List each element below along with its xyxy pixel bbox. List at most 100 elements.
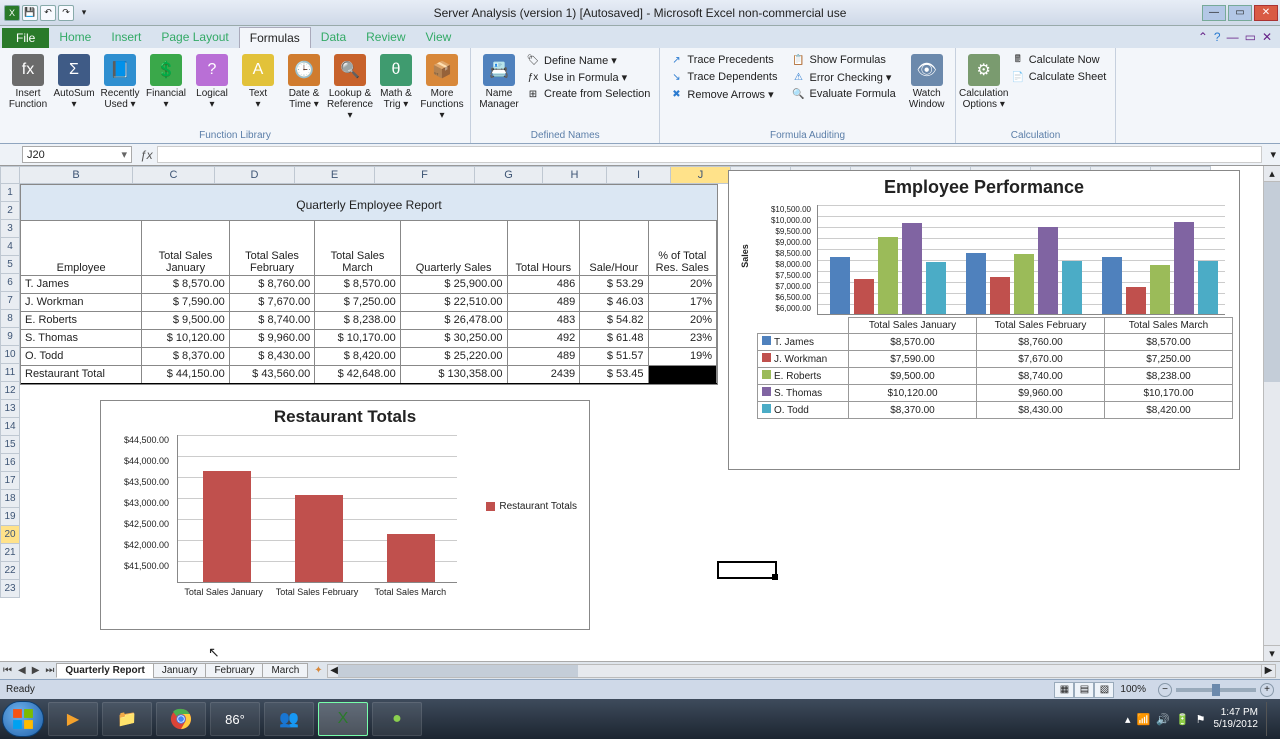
- tab-review[interactable]: Review: [356, 27, 415, 48]
- view-pagebreak-button[interactable]: ▧: [1094, 682, 1114, 698]
- window-close-icon[interactable]: ✕: [1262, 30, 1272, 44]
- row-header-22[interactable]: 22: [0, 562, 20, 580]
- col-header-G[interactable]: G: [475, 166, 543, 184]
- select-all-corner[interactable]: [0, 166, 20, 184]
- view-pagelayout-button[interactable]: ▤: [1074, 682, 1094, 698]
- calc-0[interactable]: 🖩Calculate Now: [1008, 52, 1110, 68]
- undo-icon[interactable]: ↶: [40, 5, 56, 21]
- tray-volume-icon[interactable]: 🔊: [1156, 713, 1170, 726]
- zoom-out-button[interactable]: −: [1158, 683, 1172, 697]
- math-trig-button[interactable]: θMath &Trig ▾: [374, 52, 418, 112]
- tray-up-icon[interactable]: ▴: [1125, 713, 1131, 726]
- show-desktop-button[interactable]: [1266, 702, 1274, 736]
- row-header-2[interactable]: 2: [0, 202, 20, 220]
- tray-network-icon[interactable]: 📶: [1137, 713, 1151, 726]
- col-header-I[interactable]: I: [607, 166, 671, 184]
- audit-show-formulas[interactable]: 📋Show Formulas: [788, 52, 898, 68]
- logical-button[interactable]: ?Logical▾: [190, 52, 234, 112]
- row-header-3[interactable]: 3: [0, 220, 20, 238]
- tab-page-layout[interactable]: Page Layout: [151, 27, 238, 48]
- minimize-ribbon-icon[interactable]: ⌃: [1198, 30, 1208, 44]
- row-header-10[interactable]: 10: [0, 346, 20, 364]
- worksheet-grid[interactable]: BCDEFGHIJKLMNOPQR 1234567891011121314151…: [0, 166, 1280, 661]
- autosum-button[interactable]: ΣAutoSum▾: [52, 52, 96, 112]
- row-header-1[interactable]: 1: [0, 184, 20, 202]
- tab-home[interactable]: Home: [49, 27, 101, 48]
- fx-icon[interactable]: ƒx: [140, 148, 153, 162]
- row-header-9[interactable]: 9: [0, 328, 20, 346]
- col-header-E[interactable]: E: [295, 166, 375, 184]
- row-header-18[interactable]: 18: [0, 490, 20, 508]
- row-header-13[interactable]: 13: [0, 400, 20, 418]
- tray-clock[interactable]: 1:47 PM 5/19/2012: [1214, 707, 1259, 731]
- row-header-4[interactable]: 4: [0, 238, 20, 256]
- close-button[interactable]: ✕: [1254, 5, 1278, 21]
- row-header-14[interactable]: 14: [0, 418, 20, 436]
- audit-evaluate-formula[interactable]: 🔍Evaluate Formula: [788, 86, 898, 102]
- row-header-21[interactable]: 21: [0, 544, 20, 562]
- sheet-tab-february[interactable]: February: [205, 663, 263, 678]
- defined-names-2[interactable]: ⊞Create from Selection: [523, 86, 653, 102]
- col-header-B[interactable]: B: [20, 166, 133, 184]
- audit-remove-arrows-[interactable]: ✖Remove Arrows ▾: [666, 86, 780, 102]
- chart-employee-performance[interactable]: Employee Performance Sales $10,500.00$10…: [728, 170, 1240, 470]
- text-button[interactable]: AText▾: [236, 52, 280, 112]
- audit-error-checking-[interactable]: ⚠Error Checking ▾: [788, 69, 898, 85]
- vertical-scrollbar[interactable]: ▴ ▾: [1263, 166, 1280, 661]
- task-weather-icon[interactable]: 86°: [210, 702, 260, 736]
- sheet-tab-quarterly-report[interactable]: Quarterly Report: [56, 663, 153, 678]
- row-header-6[interactable]: 6: [0, 274, 20, 292]
- active-cell[interactable]: [717, 561, 777, 579]
- col-header-F[interactable]: F: [375, 166, 475, 184]
- watch-window-button[interactable]: 👁 Watch Window: [905, 52, 949, 112]
- row-header-15[interactable]: 15: [0, 436, 20, 454]
- excel-icon[interactable]: X: [4, 5, 20, 21]
- tab-formulas[interactable]: Formulas: [239, 27, 311, 48]
- task-media-icon[interactable]: ▶: [48, 702, 98, 736]
- row-header-5[interactable]: 5: [0, 256, 20, 274]
- insert-function-button[interactable]: fxInsertFunction: [6, 52, 50, 112]
- sheet-nav-last[interactable]: ⏭: [42, 665, 57, 676]
- start-button[interactable]: [2, 701, 44, 737]
- minimize-button[interactable]: —: [1202, 5, 1226, 21]
- col-header-C[interactable]: C: [133, 166, 215, 184]
- window-min-icon[interactable]: —: [1227, 30, 1239, 44]
- defined-names-1[interactable]: ƒxUse in Formula ▾: [523, 69, 653, 85]
- zoom-level[interactable]: 100%: [1120, 684, 1146, 695]
- name-box[interactable]: J20▾: [22, 146, 132, 163]
- date-time-button[interactable]: 🕒Date &Time ▾: [282, 52, 326, 112]
- task-chrome-icon[interactable]: [156, 702, 206, 736]
- sheet-nav-prev[interactable]: ◀: [15, 665, 29, 676]
- sheet-nav-first[interactable]: ⏮: [0, 665, 15, 676]
- sheet-nav-next[interactable]: ▶: [29, 665, 43, 676]
- window-restore-icon[interactable]: ▭: [1245, 30, 1256, 44]
- tab-insert[interactable]: Insert: [101, 27, 151, 48]
- more-functions-button[interactable]: 📦MoreFunctions ▾: [420, 52, 464, 123]
- redo-icon[interactable]: ↷: [58, 5, 74, 21]
- lookup-reference-button[interactable]: 🔍Lookup &Reference ▾: [328, 52, 372, 123]
- formula-input[interactable]: [157, 146, 1263, 163]
- task-explorer-icon[interactable]: 📁: [102, 702, 152, 736]
- row-header-23[interactable]: 23: [0, 580, 20, 598]
- row-header-20[interactable]: 20: [0, 526, 20, 544]
- row-header-12[interactable]: 12: [0, 382, 20, 400]
- row-header-8[interactable]: 8: [0, 310, 20, 328]
- task-excel-icon[interactable]: X: [318, 702, 368, 736]
- system-tray[interactable]: ▴ 📶 🔊 🔋 ⚑ 1:47 PM 5/19/2012: [1125, 702, 1280, 736]
- save-icon[interactable]: 💾: [22, 5, 38, 21]
- tray-flag-icon[interactable]: ⚑: [1196, 713, 1206, 726]
- audit-trace-dependents[interactable]: ↘Trace Dependents: [666, 69, 780, 85]
- calc-1[interactable]: 📄Calculate Sheet: [1008, 69, 1110, 85]
- col-header-J[interactable]: J: [671, 166, 731, 184]
- financial-button[interactable]: 💲Financial▾: [144, 52, 188, 112]
- zoom-in-button[interactable]: +: [1260, 683, 1274, 697]
- task-spotify-icon[interactable]: ●: [372, 702, 422, 736]
- calculation-options-button[interactable]: ⚙ Calculation Options ▾: [962, 52, 1006, 112]
- row-header-11[interactable]: 11: [0, 364, 20, 382]
- row-header-17[interactable]: 17: [0, 472, 20, 490]
- qat-customize[interactable]: ▾: [76, 5, 92, 21]
- view-normal-button[interactable]: ▦: [1054, 682, 1074, 698]
- sheet-tab-march[interactable]: March: [262, 663, 308, 678]
- row-header-7[interactable]: 7: [0, 292, 20, 310]
- new-sheet-button[interactable]: ✦: [314, 665, 322, 676]
